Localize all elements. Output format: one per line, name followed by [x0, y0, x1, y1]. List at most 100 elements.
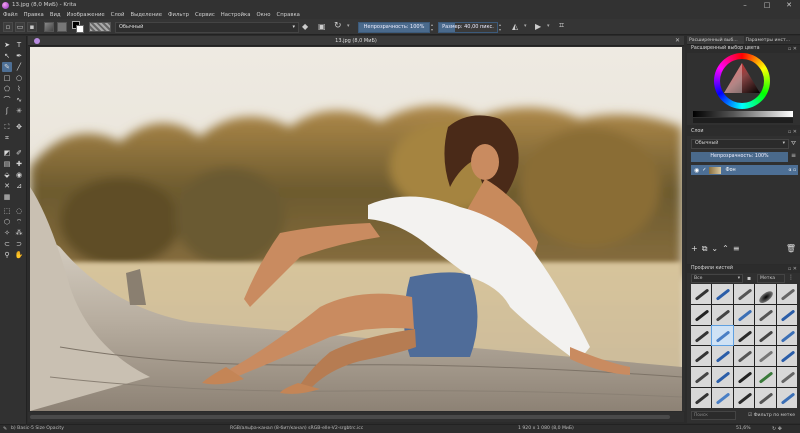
- status-colorspace[interactable]: RGB/альфа-канал (8-бит/канал) sRGB-elle-…: [230, 425, 363, 433]
- menu-image[interactable]: Изображение: [67, 12, 105, 18]
- eye-icon[interactable]: ◉: [694, 167, 699, 174]
- brush-preset[interactable]: [733, 346, 755, 367]
- freehand-select-tool-icon[interactable]: ⌔: [14, 217, 24, 227]
- colorize-mask-tool-icon[interactable]: ▤: [2, 159, 12, 169]
- tag-icon[interactable]: ▪: [747, 274, 753, 283]
- brush-preset[interactable]: [776, 325, 797, 346]
- brush-preset[interactable]: [776, 388, 797, 408]
- freehand-brush-tool-icon[interactable]: ✎: [2, 62, 12, 72]
- menu-filter[interactable]: Фильтр: [168, 12, 189, 18]
- pattern-swatch[interactable]: [57, 22, 67, 32]
- layer-opacity-slider[interactable]: Непрозрачность: 100%: [691, 152, 788, 162]
- calligraphy-tool-icon[interactable]: ✒: [14, 51, 24, 61]
- measure-tool-icon[interactable]: ⊿: [14, 181, 24, 191]
- brush-preset[interactable]: [733, 367, 755, 388]
- line-tool-icon[interactable]: ╱: [14, 62, 24, 72]
- color-history-strip[interactable]: [693, 118, 793, 123]
- brush-preset[interactable]: [755, 325, 776, 346]
- new-document-icon[interactable]: ▫: [3, 22, 13, 32]
- maximize-button[interactable]: □: [756, 0, 778, 10]
- polygon-tool-icon[interactable]: ⬠: [2, 84, 12, 94]
- freehand-path-tool-icon[interactable]: ∿: [14, 95, 24, 105]
- brush-preset-icon[interactable]: [89, 22, 111, 32]
- rect-select-tool-icon[interactable]: ⬚: [2, 206, 12, 216]
- move-layer-down-icon[interactable]: ⌄: [711, 244, 718, 258]
- vertical-scrollbar[interactable]: [682, 47, 685, 411]
- tab-tool-options[interactable]: Параметры инст...: [744, 36, 800, 44]
- brush-preset-selected[interactable]: [711, 324, 734, 347]
- panel-float-close-icon[interactable]: ▫ ✕: [788, 128, 797, 136]
- rectangle-tool-icon[interactable]: □: [2, 73, 12, 83]
- horizontal-scroll-thumb[interactable]: [30, 415, 670, 419]
- wrap-around-icon[interactable]: ⌗: [559, 21, 564, 31]
- brush-preset[interactable]: [776, 367, 797, 388]
- dynamic-brush-tool-icon[interactable]: ʃ: [2, 106, 12, 116]
- brush-tag-button[interactable]: Метка: [757, 274, 785, 283]
- zoom-tool-icon[interactable]: ⚲: [2, 250, 12, 260]
- layer-alpha-lock-icon[interactable]: α ▫: [789, 168, 796, 173]
- crop-tool-icon[interactable]: ⌗: [2, 133, 12, 143]
- brush-preset[interactable]: [691, 388, 712, 408]
- mirror-horizontal-icon[interactable]: ◭: [512, 22, 518, 31]
- brush-preset[interactable]: [755, 284, 776, 304]
- filter-by-tag-checkbox[interactable]: ☑ Фильтр по метке: [748, 411, 795, 420]
- pan-tool-icon[interactable]: ✋: [14, 250, 24, 260]
- gray-gradient-bar[interactable]: [693, 111, 793, 117]
- smart-patch-tool-icon[interactable]: ✚: [14, 159, 24, 169]
- brush-preset[interactable]: [733, 325, 755, 346]
- open-document-icon[interactable]: ▭: [15, 22, 25, 32]
- polygon-select-tool-icon[interactable]: ⬡: [2, 217, 12, 227]
- canvas[interactable]: [30, 47, 682, 411]
- assistant-tool-icon[interactable]: ✕: [2, 181, 12, 191]
- panel-float-close-icon[interactable]: ▫ ✕: [788, 265, 797, 273]
- ellipse-select-tool-icon[interactable]: ◌: [14, 206, 24, 216]
- add-layer-icon[interactable]: +: [691, 244, 698, 258]
- save-icon[interactable]: ▪: [27, 22, 37, 32]
- horizontal-scrollbar[interactable]: [28, 412, 684, 422]
- similar-color-select-tool-icon[interactable]: ⁂: [14, 228, 24, 238]
- brush-preset[interactable]: [712, 367, 733, 388]
- menu-settings[interactable]: Настройка: [221, 12, 251, 18]
- layer-filter-icon[interactable]: ⛛: [791, 140, 796, 148]
- brush-preset[interactable]: [691, 367, 712, 388]
- contiguous-select-tool-icon[interactable]: ✧: [2, 228, 12, 238]
- brush-preset[interactable]: [755, 367, 776, 388]
- document-tab[interactable]: 13.jpg (8,0 МиБ) ✕: [28, 36, 684, 46]
- brush-preset[interactable]: [712, 304, 733, 325]
- delete-layer-icon[interactable]: 🗑: [786, 244, 796, 258]
- reload-preset-icon[interactable]: ↻: [334, 21, 342, 31]
- brush-preset[interactable]: [733, 304, 755, 325]
- layer-row[interactable]: ◉ ✓ Фон α ▫: [691, 165, 798, 175]
- ellipse-tool-icon[interactable]: ○: [14, 73, 24, 83]
- reference-images-tool-icon[interactable]: ▦: [2, 192, 12, 202]
- brush-preset[interactable]: [691, 325, 712, 346]
- size-spin-arrows[interactable]: ▴ ▾: [499, 22, 504, 32]
- status-zoom[interactable]: 51,6%: [736, 425, 751, 433]
- brush-preset[interactable]: [733, 284, 755, 304]
- magnetic-select-tool-icon[interactable]: ⊃: [14, 239, 24, 249]
- transform-tool-icon[interactable]: ⛶: [2, 122, 12, 132]
- bezier-select-tool-icon[interactable]: ⊂: [2, 239, 12, 249]
- fill-tool-icon[interactable]: ⬙: [2, 170, 12, 180]
- menu-layer[interactable]: Слой: [111, 12, 125, 18]
- menu-window[interactable]: Окно: [256, 12, 270, 18]
- eraser-icon[interactable]: ◆: [302, 22, 308, 31]
- move-layer-up-icon[interactable]: ⌃: [722, 244, 729, 258]
- select-shapes-tool-icon[interactable]: ➤: [2, 40, 12, 50]
- view-mode-icon[interactable]: ⋮: [788, 274, 794, 281]
- polyline-tool-icon[interactable]: ⌇: [14, 84, 24, 94]
- rotation-icon[interactable]: ↻ ✥: [772, 425, 782, 433]
- layer-blend-mode-dropdown[interactable]: Обычный ▾: [691, 139, 789, 149]
- text-tool-icon[interactable]: T: [14, 40, 24, 50]
- layer-menu-icon[interactable]: ≡: [791, 152, 796, 159]
- multibrush-tool-icon[interactable]: ✳: [14, 106, 24, 116]
- close-window-button[interactable]: ✕: [778, 0, 800, 10]
- mirror-vertical-icon[interactable]: ▶: [535, 22, 541, 31]
- gradient-swatch[interactable]: [44, 22, 54, 32]
- duplicate-layer-icon[interactable]: ⧉: [702, 244, 708, 258]
- checkmark-icon[interactable]: ✓: [702, 167, 706, 173]
- menu-help[interactable]: Справка: [277, 12, 300, 18]
- layer-properties-icon[interactable]: ≡: [733, 244, 740, 258]
- menu-view[interactable]: Вид: [50, 12, 61, 18]
- brush-preset[interactable]: [691, 304, 712, 325]
